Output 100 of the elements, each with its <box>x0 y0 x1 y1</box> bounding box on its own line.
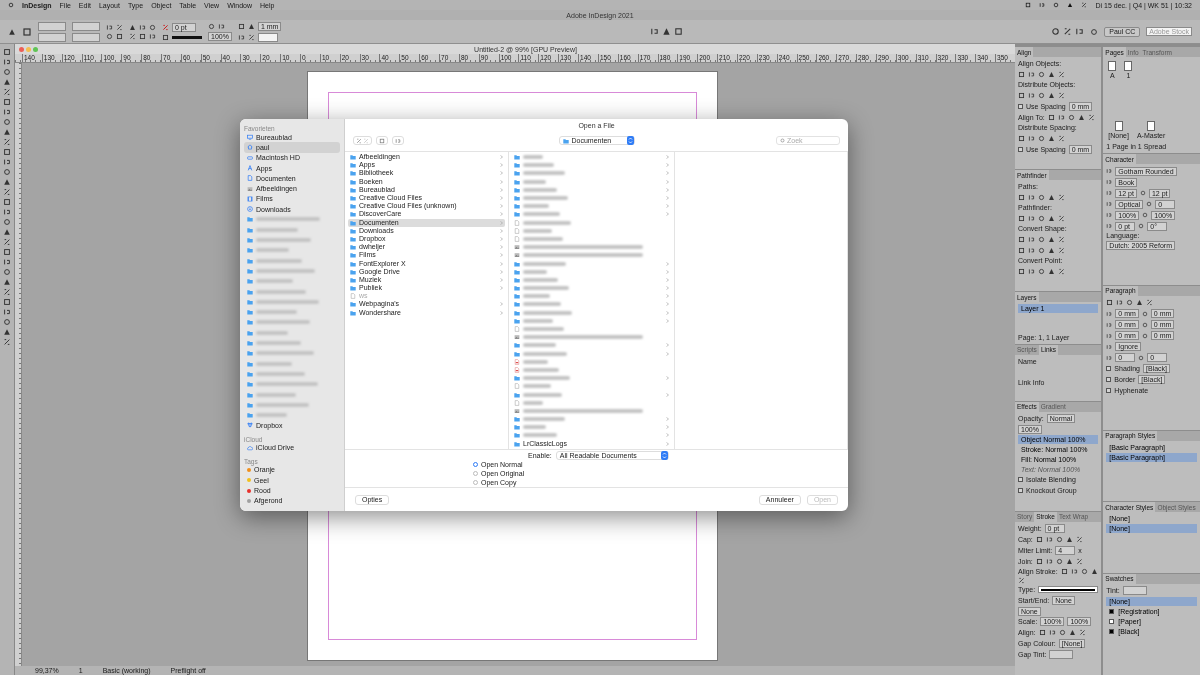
tool-icon[interactable] <box>1057 113 1065 121</box>
tool-icon[interactable] <box>3 298 11 306</box>
tool-icon[interactable] <box>1075 558 1083 566</box>
tool-icon[interactable] <box>1028 193 1035 201</box>
checkbox[interactable] <box>1018 103 1023 109</box>
tool-icon[interactable] <box>3 148 11 156</box>
tool-icon[interactable] <box>3 88 11 96</box>
tool-icon[interactable] <box>3 108 11 116</box>
tool-icon[interactable] <box>3 248 11 256</box>
tool-icon[interactable] <box>1075 536 1083 544</box>
status-icon[interactable] <box>1025 2 1032 8</box>
close-button[interactable] <box>19 46 24 52</box>
tool-icon[interactable] <box>247 33 255 41</box>
tool-icon[interactable] <box>3 48 11 56</box>
tool-icon[interactable] <box>1018 134 1025 142</box>
radio-button[interactable] <box>473 461 478 467</box>
tool-icon[interactable] <box>1028 214 1035 222</box>
tool-icon[interactable] <box>1038 629 1046 637</box>
radio-button[interactable] <box>473 479 478 485</box>
value-field[interactable] <box>72 32 100 42</box>
tool-icon[interactable] <box>1047 113 1055 121</box>
tool-icon[interactable] <box>208 22 215 30</box>
tool-icon[interactable] <box>3 138 11 146</box>
tool-icon[interactable] <box>1075 27 1085 36</box>
tool-icon[interactable] <box>1018 70 1025 78</box>
tool-icon[interactable] <box>1028 134 1035 142</box>
value-field[interactable] <box>1122 586 1147 596</box>
tool-icon[interactable] <box>1028 91 1035 99</box>
tool-icon[interactable] <box>3 238 11 246</box>
tool-icon[interactable] <box>237 33 245 41</box>
tool-icon[interactable] <box>1028 70 1035 78</box>
checkbox[interactable] <box>1106 366 1112 372</box>
tool-icon[interactable] <box>1146 299 1154 307</box>
tool-icon[interactable] <box>3 188 11 196</box>
tool-icon[interactable] <box>3 258 11 266</box>
tool-icon[interactable] <box>1138 354 1145 361</box>
value-field[interactable] <box>38 32 66 42</box>
radio-button[interactable] <box>473 470 478 476</box>
checkbox[interactable] <box>1018 477 1023 483</box>
tool-icon[interactable] <box>129 32 136 40</box>
none-swatch-icon[interactable] <box>162 23 169 31</box>
tool-icon[interactable] <box>1018 193 1025 201</box>
value-field[interactable] <box>257 32 278 42</box>
value-field[interactable] <box>38 21 66 31</box>
tool-icon[interactable] <box>1028 267 1035 275</box>
status-icon[interactable] <box>1081 2 1088 8</box>
tool-icon[interactable] <box>1078 629 1086 637</box>
tool-icon[interactable] <box>1018 91 1025 99</box>
tool-icon[interactable] <box>1063 27 1073 36</box>
checkbox[interactable] <box>1018 146 1023 152</box>
tool-icon[interactable] <box>649 27 659 36</box>
tool-icon[interactable] <box>1045 536 1053 544</box>
checkbox[interactable] <box>1106 377 1112 383</box>
tool-icon[interactable] <box>22 26 32 37</box>
checkbox[interactable] <box>1106 388 1112 394</box>
tool-icon[interactable] <box>1045 558 1053 566</box>
tool-icon[interactable] <box>3 158 11 166</box>
checkbox[interactable] <box>1018 488 1023 494</box>
tool-icon[interactable] <box>3 288 11 296</box>
tool-icon[interactable] <box>116 23 123 31</box>
tool-icon[interactable] <box>1048 629 1056 637</box>
tool-icon[interactable] <box>1018 214 1025 222</box>
tool-icon[interactable] <box>218 22 225 30</box>
tool-icon[interactable] <box>1058 235 1065 243</box>
tool-icon[interactable] <box>1028 246 1035 254</box>
stroke-style-line[interactable] <box>172 35 202 39</box>
tool-icon[interactable] <box>3 208 11 216</box>
tool-icon[interactable] <box>149 32 156 40</box>
tool-icon[interactable] <box>1058 246 1065 254</box>
tool-icon[interactable] <box>1028 235 1035 243</box>
tool-icon[interactable] <box>106 23 113 31</box>
page-thumbnail[interactable] <box>1114 121 1123 132</box>
tool-icon[interactable] <box>1058 267 1065 275</box>
page-thumbnail[interactable] <box>1147 121 1156 132</box>
tool-icon[interactable] <box>1018 267 1025 275</box>
tool-icon[interactable] <box>3 308 11 316</box>
tool-icon[interactable] <box>1058 193 1065 201</box>
tool-icon[interactable] <box>1070 567 1078 575</box>
tool-icon[interactable] <box>1058 134 1065 142</box>
view-mode-button[interactable] <box>376 136 388 145</box>
tool-icon[interactable] <box>1116 299 1124 307</box>
tool-icon[interactable] <box>1087 113 1095 121</box>
value-field[interactable] <box>1049 650 1074 660</box>
tool-icon[interactable] <box>139 23 146 31</box>
tool-icon[interactable] <box>1035 558 1043 566</box>
tool-icon[interactable] <box>1058 70 1065 78</box>
tool-icon[interactable] <box>3 338 11 346</box>
file-icon <box>514 383 520 390</box>
tool-icon[interactable] <box>3 198 11 206</box>
tool-icon[interactable] <box>3 98 11 106</box>
value-field[interactable] <box>72 21 100 31</box>
tool-icon[interactable] <box>1035 536 1043 544</box>
file-icon <box>350 293 356 300</box>
tool-icon[interactable] <box>3 58 11 66</box>
tool-icon[interactable] <box>1058 214 1065 222</box>
tool-icon[interactable] <box>1058 91 1065 99</box>
tool-icon[interactable] <box>1106 299 1114 307</box>
tool-icon[interactable] <box>1018 576 1025 584</box>
tool-icon[interactable] <box>1051 27 1061 36</box>
stroke-type-field[interactable] <box>1038 586 1099 594</box>
